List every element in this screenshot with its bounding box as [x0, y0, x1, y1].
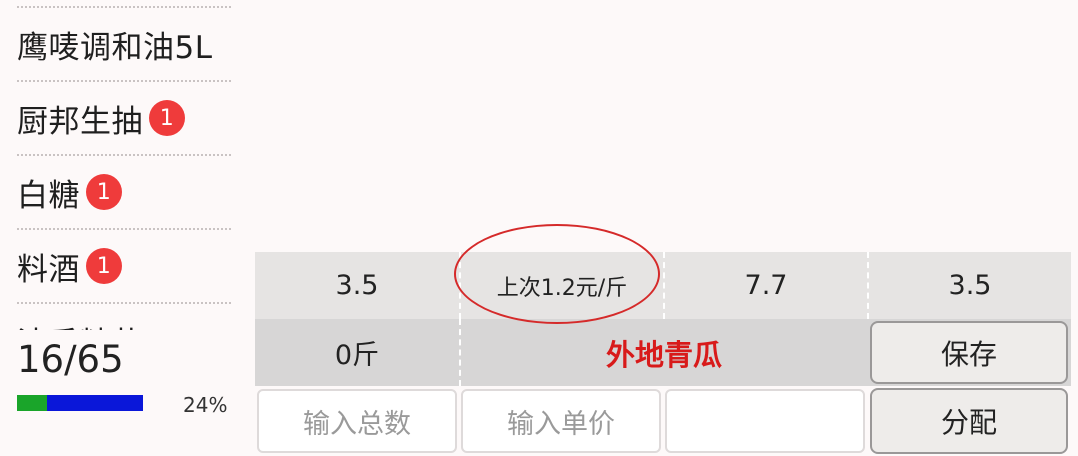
- list-item[interactable]: 厨邦生抽 1: [17, 80, 231, 154]
- quantity-value: 0斤: [334, 340, 380, 371]
- progress-percent: 24%: [183, 393, 228, 417]
- product-list: 鹰唛调和油5L 厨邦生抽 1 白糖 1 料酒 1 清香精盐: [17, 0, 231, 330]
- input-row: 输入总数 输入单价 分配: [255, 386, 1071, 456]
- count-badge: 1: [86, 248, 122, 284]
- list-item-name: 鹰唛调和油5L: [17, 29, 213, 66]
- count-badge: 1: [86, 174, 122, 210]
- product-title: 外地青瓜: [459, 319, 867, 386]
- progress-count: 16/65: [17, 338, 124, 381]
- list-item-name: 厨邦生抽: [17, 103, 143, 140]
- progress-bar: [17, 395, 143, 411]
- list-item[interactable]: 料酒 1: [17, 228, 231, 302]
- last-price-cell: 上次1.2元/斤: [459, 252, 663, 319]
- count-badge: 1: [149, 100, 185, 136]
- unit-price-input[interactable]: 输入单价: [461, 389, 661, 453]
- list-item-name: 白糖: [17, 177, 80, 214]
- list-item[interactable]: 清香精盐: [17, 302, 231, 330]
- progress-bar-done: [17, 395, 48, 411]
- price-row: 3.5 上次1.2元/斤 7.7 3.5: [255, 252, 1071, 319]
- price-cell: 7.7: [663, 252, 867, 319]
- blank-input[interactable]: [665, 389, 865, 453]
- list-item[interactable]: 鹰唛调和油5L: [17, 6, 231, 80]
- distribute-button[interactable]: 分配: [870, 388, 1068, 454]
- list-item-name: 料酒: [17, 251, 80, 288]
- product-row: 0斤 外地青瓜 保存: [255, 319, 1071, 386]
- save-button[interactable]: 保存: [870, 321, 1068, 384]
- total-input[interactable]: 输入总数: [257, 389, 457, 453]
- entry-panel: 3.5 上次1.2元/斤 7.7 3.5 0斤 外地青瓜 保存 输入总数 输入单…: [255, 252, 1071, 456]
- progress-bar-remaining: [47, 395, 143, 411]
- list-item[interactable]: 白糖 1: [17, 154, 231, 228]
- list-item-name: 清香精盐: [17, 318, 143, 331]
- price-cell: 3.5: [867, 252, 1071, 319]
- price-cell: 3.5: [335, 270, 379, 301]
